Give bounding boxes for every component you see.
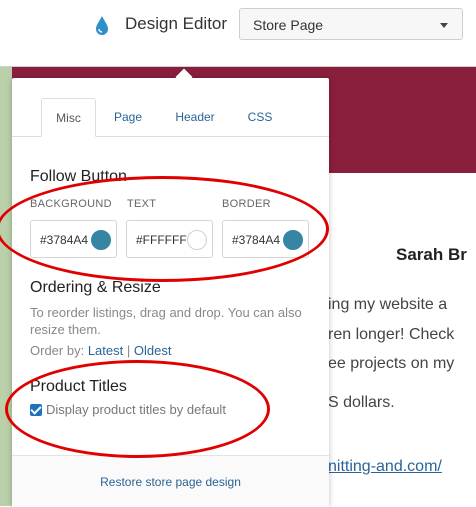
bio-line: ren longer! Check bbox=[328, 326, 455, 343]
order-by-label: Order by: bbox=[30, 343, 85, 358]
tab-css[interactable]: CSS bbox=[246, 98, 274, 136]
editor-tabs: Misc Page Header CSS bbox=[12, 98, 329, 137]
annotation-oval-follow-button bbox=[0, 176, 329, 282]
ordering-title: Ordering & Resize bbox=[30, 279, 161, 296]
preview-left-strip bbox=[0, 67, 12, 506]
order-separator: | bbox=[126, 343, 131, 358]
tab-misc[interactable]: Misc bbox=[41, 98, 96, 137]
page-select-value: Store Page bbox=[253, 17, 324, 33]
top-bar: Design Editor Store Page bbox=[0, 0, 476, 67]
order-oldest-link[interactable]: Oldest bbox=[134, 343, 172, 358]
order-latest-link[interactable]: Latest bbox=[88, 343, 123, 358]
bio-line: S dollars. bbox=[328, 394, 395, 411]
bio-line: ee projects on my bbox=[328, 355, 455, 372]
restore-design-link[interactable]: Restore store page design bbox=[12, 475, 329, 489]
chevron-down-icon bbox=[440, 23, 448, 28]
tab-header[interactable]: Header bbox=[172, 98, 218, 136]
panel-footer: Restore store page design bbox=[12, 455, 329, 507]
tab-page[interactable]: Page bbox=[112, 98, 144, 136]
shop-website-link[interactable]: nitting-and.com/ bbox=[328, 458, 442, 476]
app-title: Design Editor bbox=[125, 14, 228, 33]
ordering-description: To reorder listings, drag and drop. You … bbox=[30, 305, 302, 337]
bio-line: ing my website a bbox=[328, 296, 448, 313]
annotation-oval-product-titles bbox=[5, 360, 270, 458]
shop-name: Sarah Br bbox=[396, 245, 467, 264]
page-select[interactable]: Store Page bbox=[239, 8, 463, 40]
water-drop-icon bbox=[96, 16, 108, 35]
order-by: Order by: Latest | Oldest bbox=[30, 343, 171, 358]
